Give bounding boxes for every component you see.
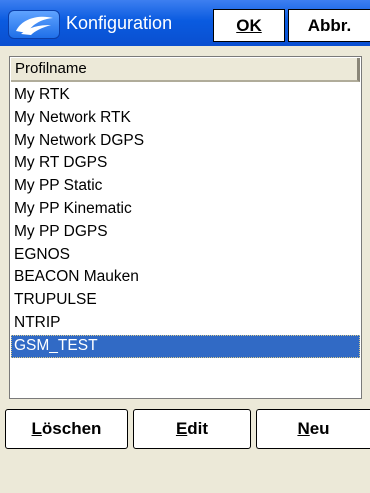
list-item[interactable]: EGNOS: [11, 244, 360, 267]
ok-button[interactable]: OK: [213, 9, 285, 42]
edit-button[interactable]: Edit: [133, 409, 251, 449]
delete-button-rest: öschen: [41, 419, 102, 438]
satellite-swoosh-icon[interactable]: [8, 10, 60, 39]
title-bar: Konfiguration OK Abbr.: [0, 0, 370, 46]
list-item[interactable]: My RT DGPS: [11, 152, 360, 175]
ok-button-label: OK: [236, 15, 262, 35]
cancel-button[interactable]: Abbr.: [288, 9, 370, 42]
delete-button-label: Löschen: [32, 419, 102, 439]
new-button-rest: eu: [309, 419, 330, 438]
new-button-label: Neu: [297, 419, 329, 439]
list-item[interactable]: TRUPULSE: [11, 289, 360, 312]
list-item[interactable]: NTRIP: [11, 312, 360, 335]
list-item[interactable]: BEACON Mauken: [11, 266, 360, 289]
list-item[interactable]: My PP Kinematic: [11, 198, 360, 221]
column-header-profilname[interactable]: Profilname: [11, 58, 360, 82]
list-item[interactable]: My Network DGPS: [11, 130, 360, 153]
list-item[interactable]: My PP Static: [11, 175, 360, 198]
edit-button-rest: dit: [187, 419, 209, 438]
list-item[interactable]: My PP DGPS: [11, 221, 360, 244]
edit-button-label: Edit: [176, 419, 208, 439]
profile-list[interactable]: Profilname My RTK My Network RTK My Netw…: [9, 56, 362, 399]
profile-list-items: My RTK My Network RTK My Network DGPS My…: [11, 84, 360, 358]
delete-button-mnemonic: L: [31, 419, 42, 438]
delete-button[interactable]: Löschen: [5, 409, 128, 449]
list-item[interactable]: My Network RTK: [11, 107, 360, 130]
cancel-button-label: Abbr.: [307, 15, 352, 35]
list-item[interactable]: My RTK: [11, 84, 360, 107]
new-button[interactable]: Neu: [256, 409, 370, 449]
new-button-mnemonic: N: [297, 419, 310, 438]
window-title: Konfiguration: [66, 13, 173, 33]
edit-button-mnemonic: E: [175, 419, 188, 438]
list-item-selected[interactable]: GSM_TEST: [11, 334, 360, 358]
